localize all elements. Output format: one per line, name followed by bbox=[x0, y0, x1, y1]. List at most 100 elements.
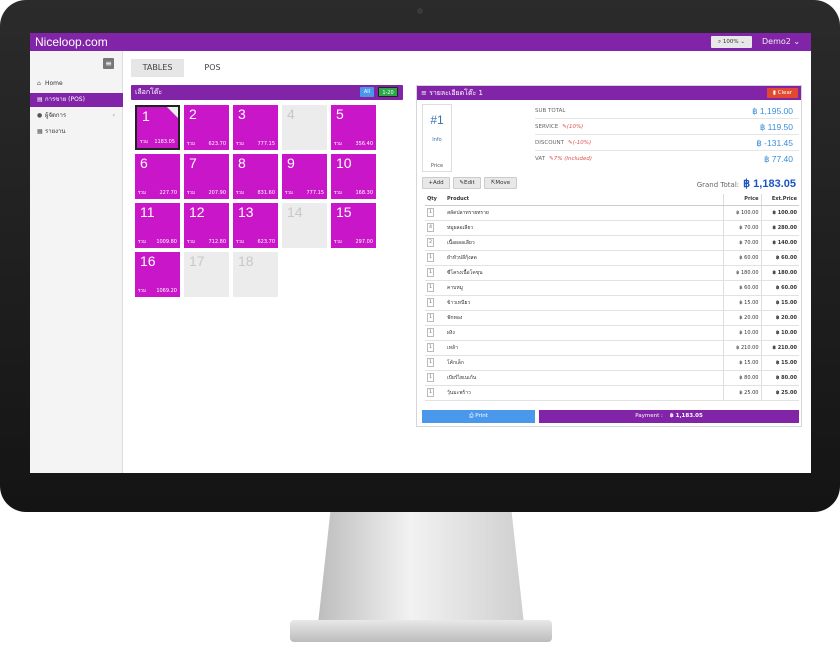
qty-input[interactable]: 1 bbox=[427, 268, 434, 277]
table-tile[interactable]: 16 รวม 1069.20 bbox=[135, 252, 180, 297]
tab-tables[interactable]: TABLES bbox=[131, 59, 184, 77]
table-row[interactable]: 1 ซี่โครงเนื้อโคขุน฿ 180.00 ฿ 180.00 bbox=[425, 265, 799, 281]
payment-button[interactable]: Payment : ฿ 1,183.05 bbox=[539, 410, 799, 423]
table-row[interactable]: 1 ฟักทอง฿ 20.00 ฿ 20.00 bbox=[425, 310, 799, 326]
app-screen: Niceloop.com ⌕ 100% ⌄ Demo2 ⌄ ≡ ⌂ Home ▤ ก… bbox=[30, 33, 811, 473]
qty-input[interactable]: 2 bbox=[427, 238, 434, 247]
price-tab[interactable]: Price bbox=[422, 160, 452, 172]
user-menu[interactable]: Demo2 ⌄ bbox=[762, 37, 800, 46]
sidebar-item-label: การขาย (POS) bbox=[45, 96, 85, 103]
qty-input[interactable]: 1 bbox=[427, 328, 434, 337]
qty-input[interactable]: 1 bbox=[427, 313, 434, 322]
table-tile-number: 8 bbox=[238, 155, 246, 171]
table-row[interactable]: 1 คาบหมู฿ 60.00 ฿ 60.00 bbox=[425, 280, 799, 296]
sidebar-item-manager[interactable]: ● ผู้จัดการ ‹ bbox=[30, 109, 123, 123]
print-button[interactable]: ⎙ Print bbox=[422, 410, 535, 423]
table-tile-number: 14 bbox=[287, 204, 303, 220]
table-tile[interactable]: 8 รวม 831.60 bbox=[233, 154, 278, 199]
user-name: Demo2 bbox=[762, 37, 791, 46]
top-bar: Niceloop.com ⌕ 100% ⌄ Demo2 ⌄ bbox=[30, 33, 811, 51]
table-tile-label: รวม bbox=[138, 191, 146, 196]
qty-input[interactable]: 1 bbox=[427, 253, 434, 262]
chevron-down-icon: ⌄ bbox=[738, 39, 745, 45]
table-tile[interactable]: 15 รวม 297.00 bbox=[331, 203, 376, 248]
table-info-tab[interactable]: #1 Info bbox=[422, 104, 452, 164]
table-tile[interactable]: 9 รวม 777.15 bbox=[282, 154, 327, 199]
table-tile[interactable]: 18 bbox=[233, 252, 278, 297]
tab-pos[interactable]: POS bbox=[190, 59, 235, 77]
table-tile[interactable]: 6 รวม 227.70 bbox=[135, 154, 180, 199]
brand-logo[interactable]: Niceloop.com bbox=[35, 35, 108, 49]
table-row[interactable]: 4 หมูผลอเลียว฿ 70.00 ฿ 280.00 bbox=[425, 220, 799, 236]
discount-edit-link[interactable]: ✎(-10%) bbox=[568, 140, 591, 146]
table-tile[interactable]: 12 รวม 712.80 bbox=[184, 203, 229, 248]
tables-panel-title: เลือกโต๊ะ bbox=[135, 88, 163, 96]
menu-toggle-icon[interactable]: ≡ bbox=[103, 58, 114, 69]
edit-button[interactable]: ✎Edit bbox=[453, 177, 481, 189]
monitor-stand-neck bbox=[318, 512, 524, 624]
table-row[interactable]: 1 สลัดปลาทรายทราย฿ 100.00 ฿ 100.00 bbox=[425, 205, 799, 221]
table-tile[interactable]: 17 bbox=[184, 252, 229, 297]
table-tile[interactable]: 3 รวม 777.15 bbox=[233, 105, 278, 150]
table-tile[interactable]: 10 รวม 168.30 bbox=[331, 154, 376, 199]
product-cell: ซี่โครงเนื้อโคขุน bbox=[445, 265, 723, 281]
product-cell: ผงิง bbox=[445, 325, 723, 341]
monitor-stand-base bbox=[290, 620, 552, 642]
price-cell: ฿ 20.00 bbox=[722, 310, 761, 326]
table-tile-number: 10 bbox=[336, 155, 352, 171]
table-tile[interactable]: 4 bbox=[282, 105, 327, 150]
table-tile[interactable]: 11 รวม 1009.80 bbox=[135, 203, 180, 248]
table-tile[interactable]: 2 รวม 623.70 bbox=[184, 105, 229, 150]
filter-range-button[interactable]: 1-20 bbox=[378, 87, 398, 97]
table-tile-label: รวม bbox=[334, 142, 342, 147]
tables-panel-header: เลือกโต๊ะ All 1-20 bbox=[131, 85, 403, 100]
zoom-dropdown[interactable]: ⌕ 100% ⌄ bbox=[711, 36, 752, 48]
table-tile[interactable]: 5 รวม 356.40 bbox=[331, 105, 376, 150]
subtotal-value: ฿ 1,195.00 bbox=[752, 106, 793, 116]
table-row[interactable]: 1 ผงิง฿ 10.00 ฿ 10.00 bbox=[425, 325, 799, 341]
table-tile[interactable]: 1 รวม 1183.05 bbox=[135, 105, 180, 150]
qty-input[interactable]: 4 bbox=[427, 223, 434, 232]
qty-cell: 1 bbox=[425, 265, 445, 281]
table-tile[interactable]: 7 รวม 207.90 bbox=[184, 154, 229, 199]
move-button[interactable]: ⇱Move bbox=[484, 177, 517, 189]
product-cell: เบียร์ไฮเนเก้น bbox=[445, 370, 723, 386]
qty-cell: 4 bbox=[425, 220, 445, 236]
table-tile-amount: 1009.80 bbox=[156, 239, 177, 245]
filter-all-button[interactable]: All bbox=[360, 87, 374, 97]
qty-input[interactable]: 1 bbox=[427, 343, 434, 352]
sidebar-item-home[interactable]: ⌂ Home bbox=[30, 77, 123, 91]
clear-label: Clear bbox=[777, 90, 793, 96]
table-tile[interactable]: 14 bbox=[282, 203, 327, 248]
ext-price-cell: ฿ 100.00 bbox=[760, 205, 799, 221]
qty-input[interactable]: 1 bbox=[427, 388, 434, 397]
price-cell: ฿ 70.00 bbox=[722, 235, 761, 251]
qty-input[interactable]: 1 bbox=[427, 298, 434, 307]
add-button[interactable]: +Add bbox=[422, 177, 450, 189]
table-row[interactable]: 1 เหล้า฿ 210.00 ฿ 210.00 bbox=[425, 340, 799, 356]
vat-row: VAT ✎7% (Included) ฿ 77.40 bbox=[535, 151, 799, 167]
table-row[interactable]: 1 วุ้นมะพร้าว฿ 25.00 ฿ 25.00 bbox=[425, 385, 799, 401]
sidebar-item-report[interactable]: ▦ รายงาน bbox=[30, 125, 123, 139]
qty-input[interactable]: 1 bbox=[427, 358, 434, 367]
clear-button[interactable]: ▮ Clear bbox=[767, 88, 798, 98]
service-edit-link[interactable]: ✎(10%) bbox=[562, 124, 583, 130]
product-cell: หมูผลอเลียว bbox=[445, 220, 723, 236]
table-row[interactable]: 2 เนื้อผลอเลียว฿ 70.00 ฿ 140.00 bbox=[425, 235, 799, 251]
table-row[interactable]: 1 ข้าวเหนียว฿ 15.00 ฿ 15.00 bbox=[425, 295, 799, 311]
qty-input[interactable]: 1 bbox=[427, 208, 434, 217]
grand-total-value: ฿ 1,183.05 bbox=[743, 178, 796, 190]
table-tile-amount: 777.15 bbox=[257, 141, 276, 147]
qty-input[interactable]: 1 bbox=[427, 373, 434, 382]
grand-total: Grand Total: ฿ 1,183.05 bbox=[697, 177, 796, 192]
table-tile[interactable]: 13 รวม 623.70 bbox=[233, 203, 278, 248]
table-row[interactable]: 1 เบียร์ไฮเนเก้น฿ 80.00 ฿ 80.00 bbox=[425, 370, 799, 386]
sidebar-item-pos[interactable]: ▤ การขาย (POS) bbox=[30, 93, 123, 107]
qty-input[interactable]: 1 bbox=[427, 283, 434, 292]
vat-edit-link[interactable]: ✎7% (Included) bbox=[549, 156, 592, 162]
table-tile-amount: 1183.05 bbox=[154, 139, 175, 145]
table-tile-label: รวม bbox=[334, 240, 342, 245]
grand-total-label: Grand Total: bbox=[696, 181, 740, 189]
table-row[interactable]: 1 ยำหัวปลีกุ้งสด฿ 60.00 ฿ 60.00 bbox=[425, 250, 799, 266]
table-row[interactable]: 1 โค้กเล็ก฿ 15.00 ฿ 15.00 bbox=[425, 355, 799, 371]
